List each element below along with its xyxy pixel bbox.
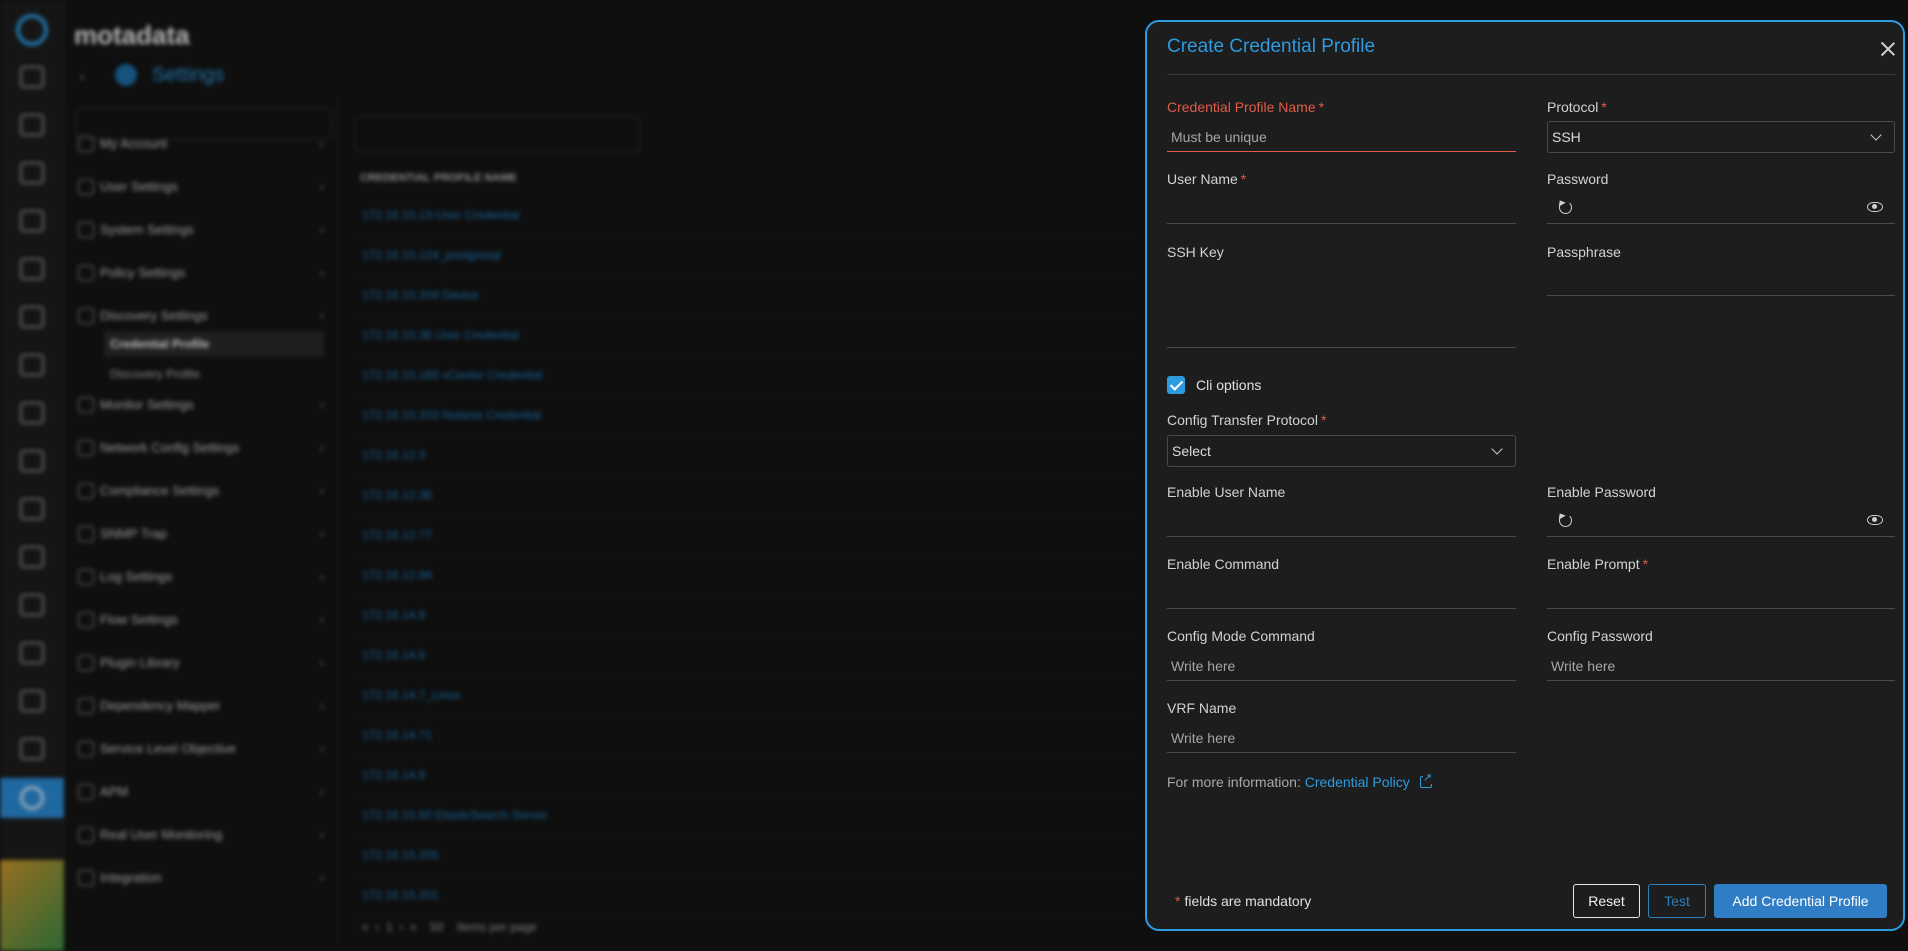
passphrase-label: Passphrase	[1547, 244, 1621, 260]
reset-icon[interactable]	[1559, 514, 1572, 527]
config-mode-command-input[interactable]	[1167, 651, 1516, 681]
protocol-label: Protocol *	[1547, 99, 1607, 115]
user-name-input[interactable]	[1167, 194, 1516, 224]
eye-icon[interactable]	[1867, 515, 1883, 525]
ssh-key-textarea[interactable]	[1167, 266, 1516, 348]
chevron-down-icon	[1870, 129, 1882, 141]
vrf-name-input[interactable]	[1167, 723, 1516, 753]
eye-icon[interactable]	[1867, 202, 1883, 212]
config-password-input[interactable]	[1547, 651, 1895, 681]
config-transfer-protocol-select[interactable]: Select	[1167, 435, 1516, 467]
modal-title: Create Credential Profile	[1167, 36, 1376, 57]
enable-user-name-input[interactable]	[1167, 507, 1516, 537]
reset-icon[interactable]	[1559, 201, 1572, 214]
enable-user-name-label: Enable User Name	[1167, 484, 1286, 500]
passphrase-input[interactable]	[1547, 266, 1895, 296]
create-credential-profile-modal: Create Credential Profile Credential Pro…	[1145, 20, 1905, 931]
mandatory-note: * fields are mandatory	[1175, 893, 1312, 909]
user-name-label: User Name *	[1167, 171, 1247, 187]
password-label: Password	[1547, 171, 1609, 187]
enable-prompt-label: Enable Prompt *	[1547, 556, 1649, 572]
close-icon[interactable]	[1877, 38, 1899, 60]
cli-options-label[interactable]: Cli options	[1196, 377, 1261, 393]
config-mode-command-label: Config Mode Command	[1167, 628, 1315, 644]
enable-prompt-input[interactable]	[1547, 579, 1895, 609]
more-info-prefix: For more information:	[1167, 774, 1301, 790]
vrf-name-label: VRF Name	[1167, 700, 1237, 716]
enable-command-input[interactable]	[1167, 579, 1516, 609]
test-button[interactable]: Test	[1648, 884, 1706, 918]
enable-password-field[interactable]	[1547, 507, 1895, 537]
external-link-icon[interactable]	[1419, 771, 1432, 788]
cli-options-checkbox[interactable]	[1167, 376, 1185, 394]
protocol-select[interactable]: SSH	[1547, 121, 1895, 153]
enable-command-label: Enable Command	[1167, 556, 1280, 572]
credential-policy-link[interactable]: Credential Policy	[1305, 771, 1432, 790]
reset-button[interactable]: Reset	[1573, 884, 1640, 918]
profile-name-label: Credential Profile Name *	[1167, 99, 1325, 115]
ssh-key-label: SSH Key	[1167, 244, 1224, 260]
add-credential-profile-button[interactable]: Add Credential Profile	[1714, 884, 1887, 918]
enable-password-label: Enable Password	[1547, 484, 1656, 500]
config-password-label: Config Password	[1547, 628, 1653, 644]
more-info: For more information: Credential Policy	[1167, 771, 1432, 790]
config-transfer-protocol-label: Config Transfer Protocol *	[1167, 412, 1327, 428]
password-field[interactable]	[1547, 194, 1895, 224]
profile-name-input[interactable]	[1167, 122, 1516, 152]
chevron-down-icon	[1491, 443, 1503, 455]
header-divider	[1167, 74, 1895, 75]
